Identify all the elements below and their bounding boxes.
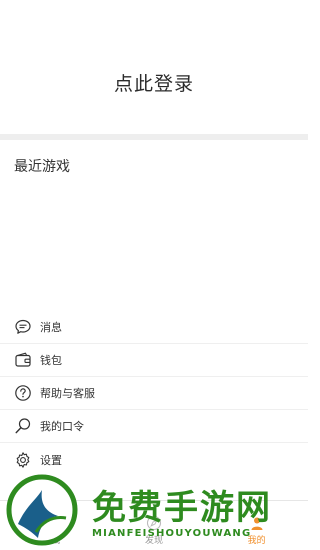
menu-item-help[interactable]: 帮助与客服 — [0, 377, 308, 410]
search-icon — [14, 417, 32, 435]
login-header[interactable]: 点此登录 — [0, 0, 308, 134]
wallet-icon — [14, 351, 32, 369]
tab-label: 游戏 — [42, 536, 61, 546]
menu-item-label: 帮助与客服 — [40, 387, 95, 400]
bottom-tab-bar: 游戏 发现 我的 — [0, 500, 308, 550]
menu-item-settings[interactable]: 设置 — [0, 443, 308, 476]
menu-item-passcode[interactable]: 我的口令 — [0, 410, 308, 443]
profile-page: 点此登录 最近游戏 消息 钱包 帮助与客服 我的口令 设置 游戏 发现 我的 免… — [0, 0, 308, 550]
message-icon — [14, 318, 32, 336]
game-icon — [44, 518, 59, 529]
menu-item-label: 我的口令 — [40, 420, 84, 433]
help-icon — [14, 384, 32, 402]
menu-list: 消息 钱包 帮助与客服 我的口令 设置 — [0, 311, 308, 476]
menu-item-label: 消息 — [40, 321, 62, 334]
tab-games[interactable]: 游戏 — [0, 501, 103, 550]
login-link[interactable]: 点此登录 — [114, 69, 194, 96]
menu-item-label: 设置 — [40, 453, 62, 467]
tab-profile[interactable]: 我的 — [205, 501, 308, 550]
tab-label: 发现 — [145, 536, 164, 546]
tab-discover[interactable]: 发现 — [103, 501, 206, 550]
tab-label: 我的 — [247, 536, 266, 546]
section-divider — [0, 134, 308, 140]
profile-icon — [251, 517, 263, 530]
discover-icon — [146, 515, 162, 531]
gear-icon — [14, 451, 32, 469]
recent-games-title: 最近游戏 — [14, 159, 70, 175]
menu-item-messages[interactable]: 消息 — [0, 311, 308, 344]
menu-item-wallet[interactable]: 钱包 — [0, 344, 308, 377]
menu-item-label: 钱包 — [40, 354, 62, 367]
